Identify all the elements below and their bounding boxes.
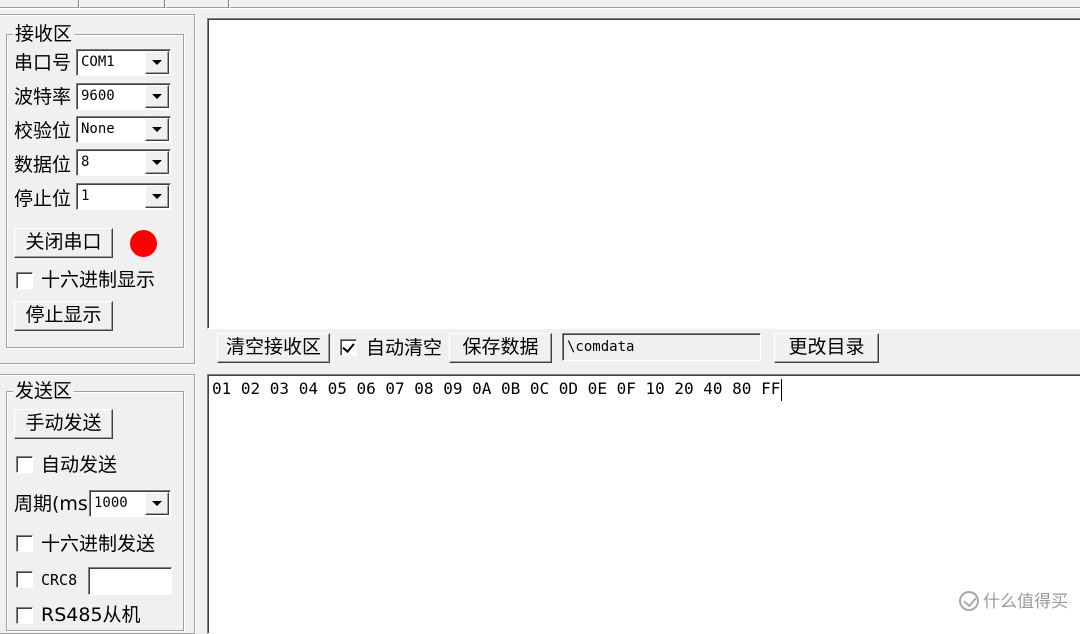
parity-select[interactable]: None bbox=[76, 116, 171, 143]
tab-edge bbox=[164, 0, 166, 8]
send-text-content: 01 02 03 04 05 06 07 08 09 0A 0B 0C 0D 0… bbox=[212, 379, 781, 398]
watermark-text: 什么值得买 bbox=[983, 592, 1068, 612]
period-label: 周期(ms) bbox=[14, 493, 96, 515]
tab-strip bbox=[0, 0, 1080, 10]
auto-send-checkbox[interactable] bbox=[16, 456, 33, 473]
receive-textarea[interactable] bbox=[207, 18, 1080, 329]
parity-select-value: None bbox=[81, 121, 115, 137]
port-status-indicator bbox=[130, 230, 157, 257]
crc8-checkbox[interactable] bbox=[16, 571, 33, 588]
tab-edge bbox=[78, 0, 80, 8]
chevron-down-icon[interactable] bbox=[145, 118, 169, 141]
auto-send-label: 自动发送 bbox=[41, 454, 118, 476]
stopbits-select-value: 1 bbox=[81, 188, 90, 204]
databits-select-value: 8 bbox=[81, 154, 90, 170]
databits-select[interactable]: 8 bbox=[76, 149, 171, 176]
auto-clear-label: 自动清空 bbox=[366, 337, 443, 359]
manual-send-button[interactable]: 手动发送 bbox=[14, 409, 113, 439]
chevron-down-icon[interactable] bbox=[145, 492, 169, 515]
clear-receive-button[interactable]: 清空接收区 bbox=[217, 333, 330, 363]
check-badge-icon bbox=[959, 591, 979, 611]
hex-display-checkbox[interactable] bbox=[16, 272, 33, 289]
save-path-field[interactable]: \comdata bbox=[562, 333, 761, 361]
chevron-down-icon[interactable] bbox=[145, 85, 169, 108]
close-port-button[interactable]: 关闭串口 bbox=[14, 228, 113, 258]
baud-select[interactable]: 9600 bbox=[76, 83, 171, 110]
rs485-slave-label: RS485从机 bbox=[41, 604, 141, 626]
text-caret bbox=[781, 379, 782, 401]
chevron-down-icon[interactable] bbox=[145, 51, 169, 74]
hex-display-label: 十六进制显示 bbox=[41, 269, 156, 291]
send-group-title: 发送区 bbox=[13, 380, 75, 402]
parity-label: 校验位 bbox=[14, 120, 72, 142]
auto-clear-checkbox[interactable] bbox=[340, 339, 357, 356]
stopbits-label: 停止位 bbox=[14, 188, 72, 210]
databits-label: 数据位 bbox=[14, 154, 72, 176]
receive-group-title: 接收区 bbox=[13, 23, 75, 45]
period-select-value: 1000 bbox=[94, 495, 128, 511]
hex-send-checkbox[interactable] bbox=[16, 535, 33, 552]
crc8-label: CRC8 bbox=[41, 571, 78, 589]
watermark: 什么值得买 bbox=[959, 591, 1068, 613]
rs485-slave-checkbox[interactable] bbox=[16, 607, 33, 624]
tab-edge bbox=[228, 0, 230, 8]
send-textarea[interactable]: 01 02 03 04 05 06 07 08 09 0A 0B 0C 0D 0… bbox=[207, 374, 1080, 634]
baud-label: 波特率 bbox=[14, 86, 72, 108]
port-select[interactable]: COM1 bbox=[76, 49, 171, 76]
save-path-value: \comdata bbox=[567, 339, 635, 355]
save-data-button[interactable]: 保存数据 bbox=[449, 333, 552, 363]
chevron-down-icon[interactable] bbox=[145, 185, 169, 208]
crc8-field[interactable] bbox=[88, 567, 172, 595]
port-select-value: COM1 bbox=[81, 54, 115, 70]
hex-send-label: 十六进制发送 bbox=[41, 533, 156, 555]
stopbits-select[interactable]: 1 bbox=[76, 183, 171, 210]
period-select[interactable]: 1000 bbox=[89, 490, 171, 517]
change-directory-button[interactable]: 更改目录 bbox=[774, 333, 879, 363]
tab-strip-baseline bbox=[0, 7, 1080, 9]
baud-select-value: 9600 bbox=[81, 88, 115, 104]
stop-display-button[interactable]: 停止显示 bbox=[14, 301, 113, 331]
chevron-down-icon[interactable] bbox=[145, 151, 169, 174]
port-label: 串口号 bbox=[14, 52, 72, 74]
